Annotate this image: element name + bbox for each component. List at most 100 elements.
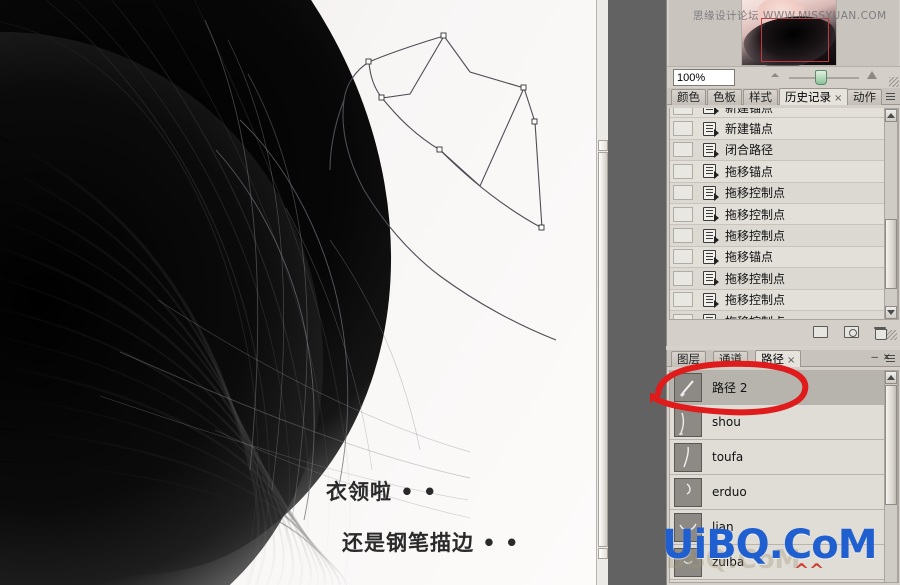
history-state-icon [703,207,719,223]
history-snapshot-box[interactable] [673,206,693,222]
history-item[interactable]: 新建锚点 [670,118,898,140]
tab-color[interactable]: 颜色 [671,89,706,105]
history-panel-resize-grip[interactable] [887,330,897,340]
path-item-label: 路径 2 [712,380,748,395]
tab-paths-label: 路径 [761,352,784,366]
create-new-snapshot-button[interactable] [844,326,861,340]
tab-styles[interactable]: 样式 [743,89,778,105]
history-item[interactable]: 拖移控制点 [670,268,898,290]
tab-history-close-icon[interactable]: × [834,93,842,104]
history-item[interactable]: 新建锚点 [670,108,898,119]
path-item-selected[interactable]: 路径 2 [670,370,898,405]
path-thumbnail [674,372,702,402]
photoshop-window: 衣领啦 • • 还是钢笔描边 • • 思缘设计论坛 WWW.MISSYUAN.C… [0,0,900,585]
history-scrollbar[interactable] [884,108,898,320]
create-document-from-state-button[interactable] [813,326,830,340]
history-item-label: 闭合路径 [725,143,774,158]
zoom-slider-thumb[interactable] [815,70,827,85]
history-item-label: 拖移锚点 [725,164,774,179]
paths-scrollbar[interactable] [884,370,898,583]
scroll-up-button[interactable] [598,140,608,151]
tab-swatches[interactable]: 色板 [707,89,742,105]
watermark-caret-mark: ^^ [794,560,825,581]
path-thumbnail [674,477,702,507]
trash-icon [874,326,887,340]
history-item[interactable]: 拖移控制点 [670,182,898,204]
workspace-background [608,0,666,585]
canvas-area[interactable]: 衣领啦 • • 还是钢笔描边 • • [0,0,596,585]
site-watermark-top: 思缘设计论坛 WWW.MISSYUAN.COM [693,10,887,22]
tab-paths-close-icon[interactable]: × [787,355,795,366]
path-item-label: shou [712,415,741,429]
canvas-annotation-pen-stroke: 还是钢笔描边 • • [342,531,520,555]
history-item[interactable]: 闭合路径 [670,139,898,162]
canvas-vertical-scrollbar[interactable] [596,0,608,585]
history-state-list[interactable]: 新建锚点 新建锚点 闭合路径 拖移锚点 [669,108,899,320]
navigator-view-rectangle[interactable] [761,18,829,62]
history-item-label: 拖移控制点 [725,207,786,222]
path-item[interactable]: erduo [670,475,898,510]
history-item[interactable]: 拖移控制点 [670,289,898,311]
history-snapshot-box[interactable] [673,270,693,286]
tab-layers[interactable]: 图层 [671,351,706,367]
history-snapshot-box[interactable] [673,292,693,308]
history-snapshot-box[interactable] [673,163,693,179]
site-watermark-bottom: UiBQ.CoM [662,522,878,568]
tab-channels[interactable]: 通道 [713,351,748,367]
history-scroll-up-button[interactable] [885,109,897,122]
paths-panel-close-icon[interactable]: ✕ [883,351,890,362]
zoom-in-icon[interactable] [867,71,877,79]
history-item-label: 新建锚点 [725,122,774,137]
history-panel-tab-row: 颜色 色板 样式 历史记录 × 动作 [667,88,900,105]
zoom-level-input[interactable]: 100% [673,69,735,86]
path-item[interactable]: toufa [670,440,898,475]
history-state-icon [703,164,719,180]
tab-actions[interactable]: 动作 [847,89,882,105]
tab-paths[interactable]: 路径 × [755,350,802,367]
panel-resize-grip[interactable] [889,77,899,87]
paths-panel-tab-row: 图层 通道 路径 × – ✕ [667,350,900,367]
history-panel: 颜色 色板 样式 历史记录 × 动作 新建锚点 闭合路径 拖移锚点 拖移控制点 … [666,88,900,346]
paths-panel-minimize-icon[interactable]: – [871,351,878,362]
history-item[interactable]: 拖移控制点 [670,203,898,226]
hair-strands-overlay [0,0,471,585]
history-snapshot-box[interactable] [673,185,693,201]
history-snapshot-box[interactable] [673,142,693,158]
history-snapshot-box[interactable] [673,108,693,115]
paths-scrollbar-thumb[interactable] [885,385,897,505]
camera-icon [844,326,859,338]
zoom-out-icon[interactable] [771,73,779,77]
history-state-icon [703,108,719,116]
history-item-label: 拖移锚点 [725,250,774,265]
history-state-icon [703,185,719,201]
history-state-icon [703,142,719,158]
history-snapshot-box[interactable] [673,313,693,319]
right-panel-dock: 思缘设计论坛 WWW.MISSYUAN.COM 100% 颜色 色板 样式 历史… [666,0,900,585]
history-item-label: 新建锚点 [725,108,773,116]
history-scroll-down-button[interactable] [885,306,897,319]
history-state-icon [703,249,719,265]
history-snapshot-box[interactable] [673,121,693,137]
history-state-icon [703,121,719,137]
history-item[interactable]: 拖移控制点 [670,310,898,319]
history-item[interactable]: 拖移锚点 [670,161,898,183]
history-state-icon [703,228,719,244]
scroll-down-button[interactable] [598,548,608,559]
history-state-icon [703,271,719,287]
history-state-icon [703,314,716,319]
history-item-label: 拖移控制点 [725,293,786,308]
history-item[interactable]: 拖移控制点 [670,225,898,247]
paths-scroll-up-button[interactable] [885,371,897,384]
tab-history[interactable]: 历史记录 × [779,88,849,105]
history-snapshot-box[interactable] [673,228,693,244]
history-scrollbar-thumb[interactable] [885,219,897,289]
path-item[interactable]: shou [670,405,898,440]
history-state-icon [703,292,719,308]
navigator-preview[interactable]: 思缘设计论坛 WWW.MISSYUAN.COM [669,0,899,66]
scrollbar-thumb[interactable] [598,152,608,547]
history-panel-menu-icon[interactable] [883,90,897,103]
history-item[interactable]: 拖移锚点 [670,246,898,269]
history-snapshot-box[interactable] [673,249,693,265]
history-item-label: 拖移控制点 [725,271,786,286]
history-item-label: 拖移控制点 [725,186,786,201]
